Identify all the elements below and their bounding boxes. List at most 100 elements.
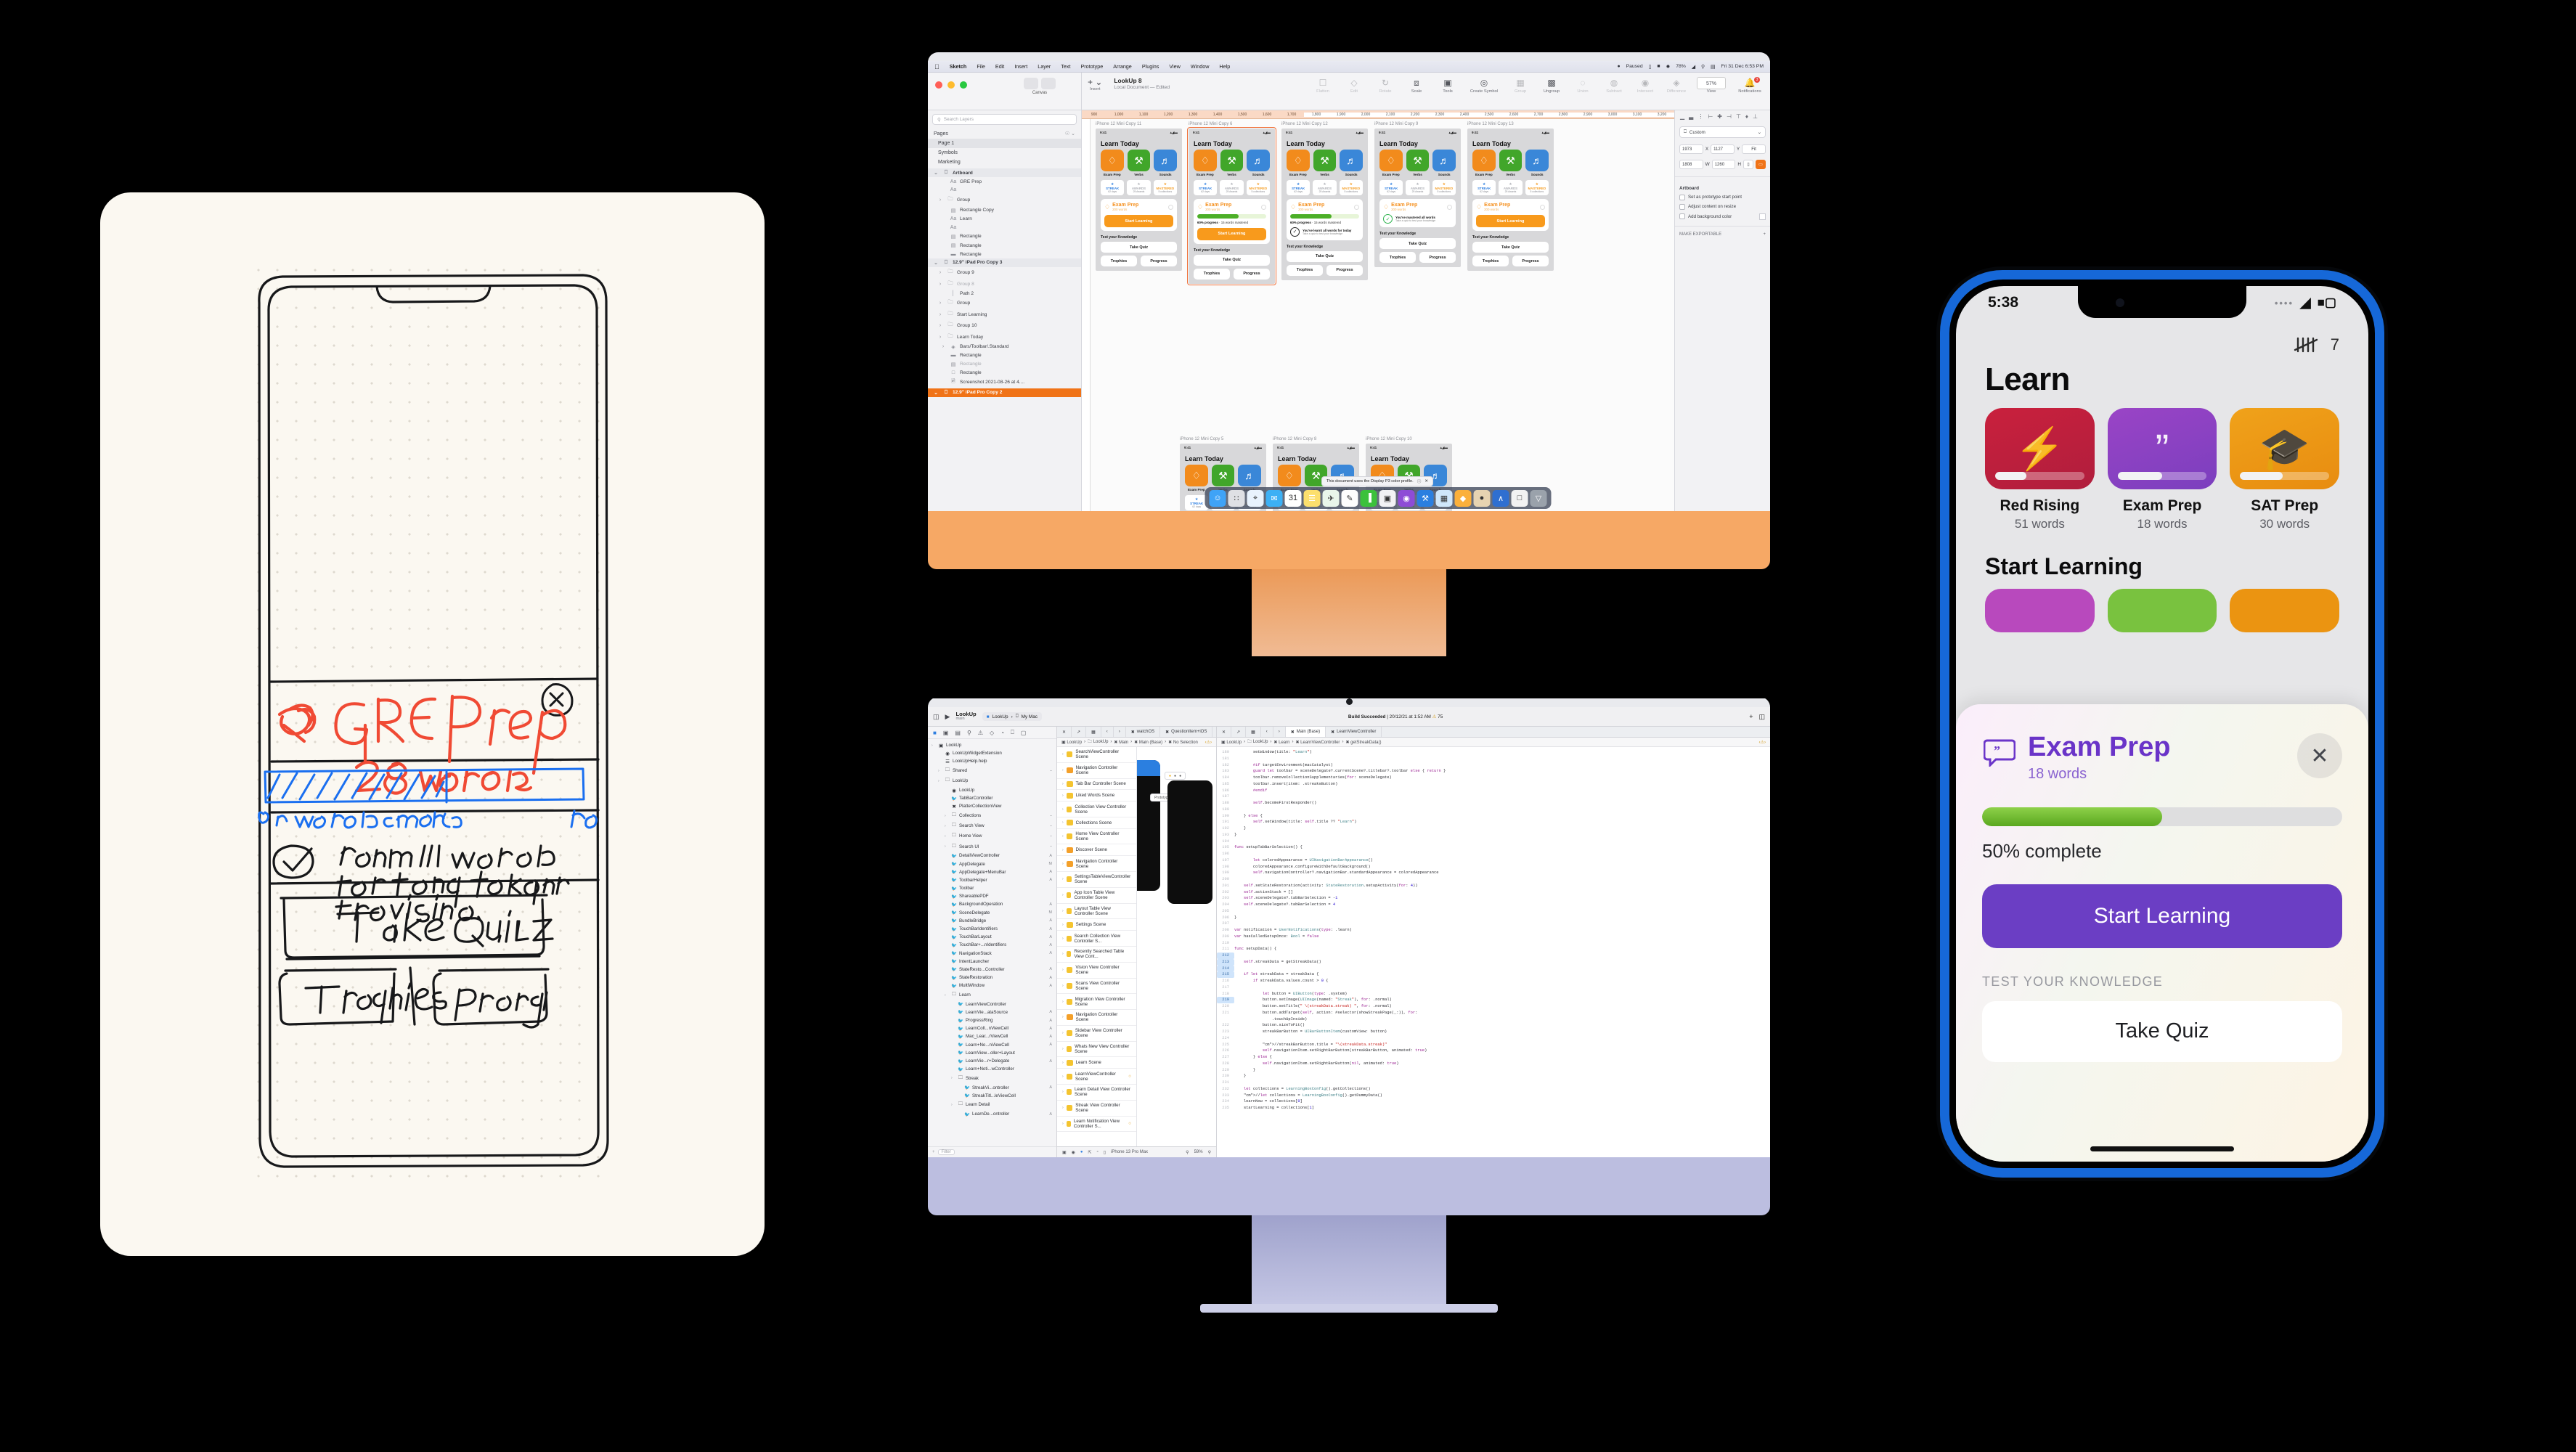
- find-nav-icon[interactable]: ⚲: [967, 730, 971, 736]
- warning-nav-icon[interactable]: ‹⚠›: [1205, 740, 1212, 745]
- project-tree-row[interactable]: 🐦 SceneDelegate M: [928, 909, 1056, 917]
- filter-chip[interactable]: Filter: [938, 1149, 955, 1155]
- disclosure-icon[interactable]: ›: [951, 1076, 955, 1080]
- layer-row[interactable]: ⌄ ⎕ Artboard: [928, 168, 1081, 177]
- calendar-icon[interactable]: 31: [1285, 490, 1302, 507]
- progress-button[interactable]: Progress: [1326, 265, 1363, 276]
- w-field[interactable]: 1808: [1679, 160, 1703, 169]
- issue-nav-icon[interactable]: ⚠: [978, 730, 983, 736]
- take-quiz-button[interactable]: Take Quiz: [1982, 1001, 2342, 1062]
- category-tile[interactable]: ♬ Sounds: [1340, 150, 1363, 176]
- artboard[interactable]: iPhone 12 Mini Copy 6 9:41 ▴◢▬ Learn Today ♢…: [1189, 122, 1275, 284]
- card-close-icon[interactable]: [1261, 205, 1266, 210]
- align-left-icon[interactable]: ▁: [1680, 113, 1684, 120]
- disclosure-icon[interactable]: ›: [1062, 984, 1064, 988]
- project-tree-row[interactable]: ◉ LookUp: [928, 786, 1056, 794]
- safari-icon[interactable]: ⌖: [1247, 490, 1264, 507]
- scene-row[interactable]: › Navigation Controller Scene: [1057, 763, 1136, 779]
- layer-row[interactable]: ▤ Rectangle Copy: [928, 206, 1081, 215]
- breadcrumb-item[interactable]: ✖ getStreakData(): [1345, 740, 1381, 745]
- disclosure-icon[interactable]: ›: [937, 323, 944, 328]
- category-tile[interactable]: ⚒ Verbs: [1220, 150, 1244, 176]
- disclosure-icon[interactable]: ›: [1062, 909, 1064, 913]
- disclosure-icon[interactable]: ›: [1062, 1106, 1064, 1110]
- menu-prototype[interactable]: Prototype: [1080, 63, 1103, 70]
- variations-icon[interactable]: ◉: [1072, 1150, 1075, 1155]
- project-tree-row[interactable]: 🐦 LearnView...oller+Layout: [928, 1049, 1056, 1057]
- disclosure-icon[interactable]: ›: [1062, 923, 1064, 927]
- scene-dots[interactable]: ● ● ●: [1165, 772, 1186, 780]
- scene-row[interactable]: › Migration View Controller Scene: [1057, 994, 1136, 1010]
- breadcrumb-item[interactable]: 🗀 LookUp: [1088, 738, 1108, 746]
- checkbox-icon[interactable]: [1679, 195, 1685, 200]
- stat-card[interactable]: ★MASTERED5 collections: [1340, 180, 1363, 195]
- project-tree-row[interactable]: › 🗀 Search View –: [928, 821, 1056, 831]
- tab-grid-icon[interactable]: ▦: [1246, 727, 1261, 737]
- category-card[interactable]: ⚡ Red Rising 51 words: [1985, 408, 2095, 531]
- mail-icon[interactable]: ✉: [1266, 490, 1283, 507]
- project-tree-row[interactable]: 🐦 LearnColl...nViewCell A: [928, 1024, 1056, 1032]
- disclosure-icon[interactable]: ›: [1062, 752, 1064, 756]
- project-tree-row[interactable]: 🐦 StateRestoration A: [928, 974, 1056, 982]
- align-tools[interactable]: ▁ ▃ ⋮ ⊢ ✚ ⊣ ⊤ ♦ ⊥: [1675, 110, 1770, 123]
- take-quiz-button[interactable]: Take Quiz: [1101, 242, 1177, 253]
- stat-card[interactable]: ★AWARDS25 Awards: [1220, 180, 1243, 195]
- tab-forward-icon[interactable]: ›: [1273, 727, 1286, 737]
- category-tile[interactable]: ♢Exam Prep: [1287, 150, 1310, 176]
- disclosure-icon[interactable]: ›: [1062, 1122, 1064, 1126]
- category-tile[interactable]: ♬ Sounds: [1154, 150, 1177, 176]
- editor-tab[interactable]: ✖ Main (Base): [1286, 727, 1326, 737]
- scene-row[interactable]: › Learn Notification View Controller S...…: [1057, 1117, 1136, 1133]
- union-tool[interactable]: ◌ Union: [1572, 77, 1594, 94]
- preview-icon[interactable]: ▦: [1436, 490, 1453, 507]
- flatten-tool[interactable]: ☐ Flatten: [1312, 77, 1334, 94]
- ungroup-tool[interactable]: ▩ Ungroup: [1541, 77, 1562, 94]
- zoom-in-icon[interactable]: ⚲: [1208, 1150, 1211, 1155]
- align-middle-icon[interactable]: ✚: [1717, 113, 1722, 120]
- trash-icon[interactable]: ▽: [1530, 490, 1547, 507]
- canvas-view-icon[interactable]: [1024, 78, 1038, 89]
- layer-row[interactable]: Aa : [928, 223, 1081, 232]
- group-tool[interactable]: ▦ Group: [1509, 77, 1531, 94]
- project-tree-row[interactable]: 🐦 ShareablePDF: [928, 892, 1056, 900]
- disclosure-icon[interactable]: ›: [1062, 877, 1064, 881]
- align-vcenter-icon[interactable]: ♦: [1745, 113, 1748, 120]
- disclosure-icon[interactable]: ›: [1062, 952, 1064, 956]
- layer-row[interactable]: › 🗀 Group 9: [928, 267, 1081, 278]
- category-card[interactable]: ” Exam Prep 18 words: [2108, 408, 2217, 531]
- appearance-icon[interactable]: ●: [1080, 1150, 1083, 1154]
- project-tree-row[interactable]: 🐦 LearnDe...ontroller A: [928, 1110, 1056, 1118]
- xcode-icon[interactable]: ⚒: [1417, 490, 1434, 507]
- menu-file[interactable]: File: [977, 63, 985, 70]
- start-learning-card[interactable]: [1985, 589, 2095, 632]
- tab-close-icon[interactable]: ✕: [1057, 727, 1072, 737]
- page-item[interactable]: Page 1: [928, 139, 1081, 148]
- breadcrumb-item[interactable]: ✖ Main: [1114, 740, 1128, 745]
- distribute-h-icon[interactable]: ⊢: [1708, 113, 1713, 120]
- editor-tabs-right[interactable]: ✕ ↗ ▦ ‹ › ✖ Main (Base) ✖ LearnViewController: [1217, 727, 1770, 738]
- zoom-button[interactable]: [960, 81, 967, 89]
- tab-expand-icon[interactable]: ↗: [1231, 727, 1246, 737]
- category-tile[interactable]: ♢Exam Prep: [1185, 465, 1208, 492]
- artboard[interactable]: iPhone 12 Mini Copy 12 9:41 ▴◢▬ Learn Today…: [1281, 122, 1368, 280]
- sketch-canvas[interactable]: 900 1,000 1,100 1,200 1,300 1,400 1,500 1,600 1,…: [1082, 110, 1674, 511]
- align-center-icon[interactable]: ▃: [1689, 113, 1693, 120]
- plus-icon[interactable]: +: [1763, 232, 1766, 237]
- project-tree-row[interactable]: › 🗀 LookUp: [928, 776, 1056, 786]
- take-quiz-button[interactable]: Take Quiz: [1194, 255, 1270, 266]
- layer-row[interactable]: ▤ Rectangle: [928, 360, 1081, 369]
- artboard[interactable]: iPhone 12 Mini Copy 11 9:41 ▴◢▬ Learn Today…: [1096, 122, 1182, 271]
- layer-row[interactable]: □ Rectangle: [928, 369, 1081, 377]
- project-tree-row[interactable]: 🐦 TouchBar+...nIdentifiers A: [928, 941, 1056, 949]
- category-card[interactable]: 🎓 SAT Prep 30 words: [2230, 408, 2339, 531]
- subtract-tool[interactable]: ◍ Subtract: [1603, 77, 1625, 94]
- progress-button[interactable]: Progress: [1141, 256, 1177, 266]
- maps-icon[interactable]: ✈: [1323, 490, 1340, 507]
- test-nav-icon[interactable]: ◇: [990, 730, 994, 736]
- close-button[interactable]: [935, 81, 942, 89]
- category-tile[interactable]: ⚒ Verbs: [1406, 150, 1430, 176]
- project-tree-row[interactable]: 🐦 Mac_Lear...rViewCell A: [928, 1032, 1056, 1040]
- display-icon[interactable]: ▯: [1649, 64, 1652, 70]
- project-tree-row[interactable]: ◉ LookUpWidgetExtension: [928, 749, 1056, 757]
- scene-row[interactable]: › Home View Controller Scene: [1057, 829, 1136, 845]
